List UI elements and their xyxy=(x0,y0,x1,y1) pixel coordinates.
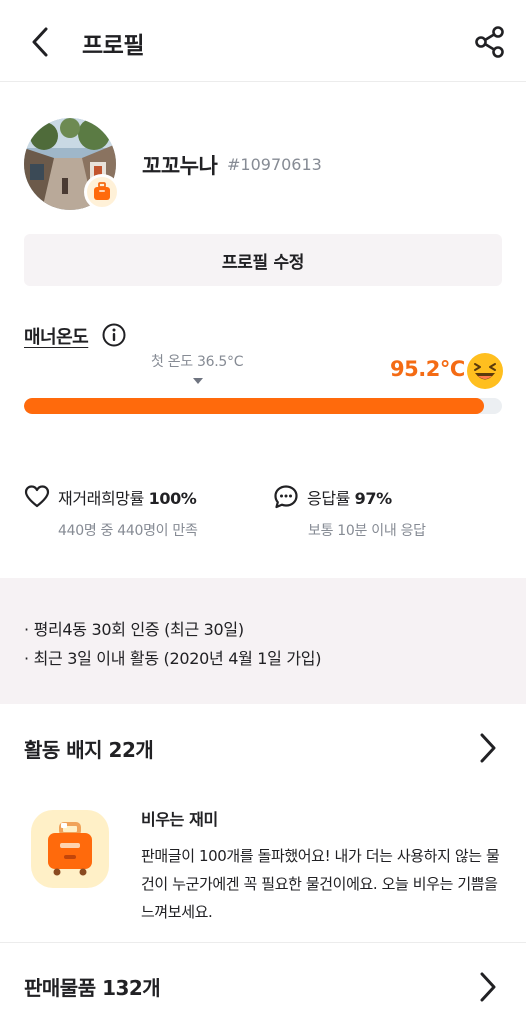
badges-title[interactable]: 활동 배지 22개 xyxy=(24,734,154,763)
edit-profile-button[interactable]: 프로필 수정 xyxy=(24,234,502,286)
info-line: · 평리4동 30회 인증 (최근 30일) xyxy=(24,620,244,639)
user-id: #10970613 xyxy=(227,155,322,174)
share-button[interactable] xyxy=(470,22,510,62)
stat-subtext: 보통 10분 이내 응답 xyxy=(308,523,426,539)
first-temperature-label: 첫 온도 36.5°C xyxy=(151,354,244,370)
chat-bubble-icon xyxy=(274,485,298,509)
sales-title[interactable]: 판매물품 132개 xyxy=(24,972,161,1001)
rehire-rate-stat: 재거래희망률 100% xyxy=(24,484,197,510)
response-rate-stat: 응답률 97% xyxy=(273,484,392,510)
chevron-right-icon[interactable] xyxy=(474,970,500,1004)
suitcase-icon xyxy=(94,182,110,200)
suitcase-icon xyxy=(48,822,92,876)
back-button[interactable] xyxy=(22,22,58,62)
app-header: 프로필 xyxy=(0,0,526,82)
stat-value: 97% xyxy=(354,489,393,508)
activity-info-box: · 평리4동 30회 인증 (최근 30일) · 최근 3일 이내 활동 (20… xyxy=(0,578,526,704)
heart-icon xyxy=(24,485,50,508)
badge-description: 판매글이 100개를 돌파했어요! 내가 더는 사용하지 않는 물건이 누군가에… xyxy=(141,847,500,921)
stat-label: 재거래희망률 xyxy=(58,489,144,508)
badge-name: 비우는 재미 xyxy=(141,810,218,829)
stat-subtext: 440명 중 440명이 만족 xyxy=(58,523,198,539)
share-icon xyxy=(475,26,504,58)
manner-temperature-label[interactable]: 매너온도 xyxy=(24,323,89,349)
section-divider xyxy=(0,942,526,943)
temperature-bar xyxy=(24,398,502,414)
laughing-face-icon xyxy=(467,353,503,389)
temperature-bar-fill xyxy=(24,398,485,414)
nickname: 꼬꼬누나 xyxy=(142,154,218,178)
stat-value: 100% xyxy=(148,489,197,508)
avatar-badge xyxy=(84,174,120,210)
info-icon[interactable] xyxy=(102,323,126,347)
current-temperature: 95.2°C xyxy=(390,357,465,381)
chevron-right-icon[interactable] xyxy=(474,731,500,765)
avatar[interactable] xyxy=(24,118,120,212)
badge-card[interactable] xyxy=(31,810,109,888)
stat-label: 응답률 xyxy=(307,489,350,508)
info-line: · 최근 3일 이내 활동 (2020년 4월 1일 가입) xyxy=(24,649,322,668)
first-temperature-marker xyxy=(193,378,203,384)
chevron-left-icon xyxy=(32,27,48,57)
page-title: 프로필 xyxy=(82,33,144,59)
